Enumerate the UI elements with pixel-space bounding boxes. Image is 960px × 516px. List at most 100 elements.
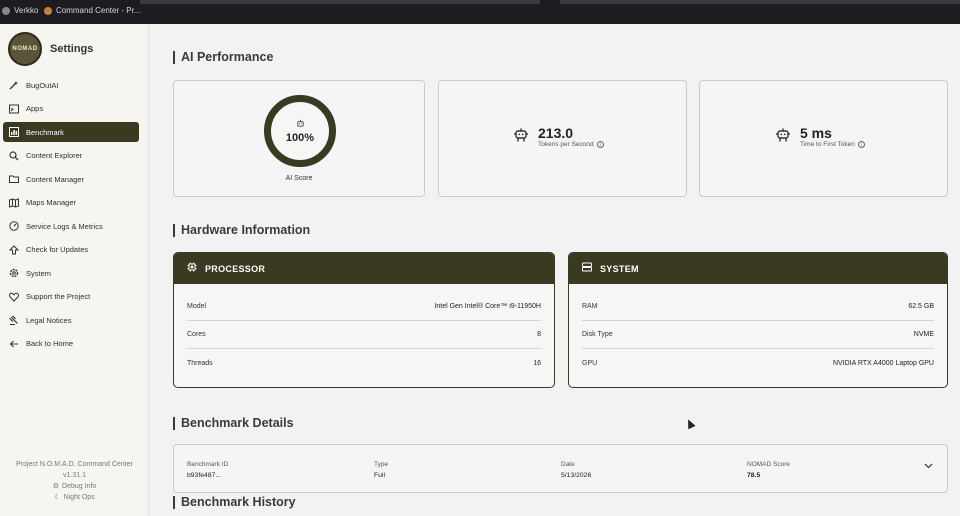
processor-row-threads: Threads 16: [187, 349, 541, 377]
sidebar-item-bugoutai[interactable]: BugOutAI: [3, 75, 139, 95]
processor-row-model: Model Intel Gen Intel® Core™ i9-11950H: [187, 293, 541, 321]
benchmark-date-value: 5/13/2026: [561, 472, 592, 479]
ai-score-label: AI Score: [285, 175, 313, 182]
system-row-ram: RAM 62.5 GB: [582, 293, 934, 321]
system-header: SYSTEM: [569, 253, 947, 284]
benchmark-score-value: 78.5: [747, 472, 761, 479]
folder-icon: [8, 174, 19, 185]
row-label: GPU: [582, 359, 598, 367]
info-icon[interactable]: i: [857, 141, 865, 148]
robot-icon: [774, 127, 792, 147]
project-name: Project N.O.M.A.D. Command Center: [16, 461, 133, 468]
sidebar-item-label: Service Logs & Metrics: [26, 221, 103, 231]
robot-icon: [296, 119, 305, 130]
benchmark-id-value: b93fe487...: [187, 472, 222, 479]
ttft-metric: 5 ms Time to First Token i: [774, 126, 865, 148]
benchmark-type-value: Full: [374, 472, 385, 479]
sidebar-item-maps-manager[interactable]: Maps Manager: [3, 193, 139, 213]
info-icon[interactable]: i: [596, 141, 604, 148]
map-icon: [8, 197, 19, 208]
ai-score-value: 100%: [285, 131, 315, 144]
processor-title: PROCESSOR: [205, 263, 266, 274]
row-label: RAM: [582, 303, 598, 310]
sidebar-item-legal[interactable]: Legal Notices: [3, 310, 139, 330]
sidebar-item-content-explorer[interactable]: Content Explorer: [3, 146, 139, 166]
sidebar-item-benchmark[interactable]: Benchmark: [3, 122, 139, 142]
sidebar-item-label: BugOutAI: [26, 80, 59, 90]
sidebar-item-service-logs[interactable]: Service Logs & Metrics: [3, 216, 139, 236]
benchmark-date-col: Date 5/13/2026: [561, 459, 591, 481]
ai-score-gauge: 100%: [264, 95, 336, 167]
main-content: AI Performance 100% AI Score 213.0 Token…: [150, 24, 960, 516]
moon-icon: ☾: [54, 494, 61, 501]
benchmark-type-label: Type: [374, 461, 389, 468]
gear-icon: [8, 268, 19, 279]
tab-command-center-label: Command Center - Pr...: [56, 6, 141, 15]
wand-icon: [8, 80, 19, 91]
sidebar-item-back-home[interactable]: Back to Home: [3, 334, 139, 354]
gauge-icon: [8, 221, 19, 232]
sidebar-item-label: Support the Project: [26, 292, 91, 301]
section-title-benchmark-history: Benchmark History: [173, 496, 296, 509]
sidebar-item-label: Apps: [26, 104, 44, 113]
gavel-icon: [8, 315, 19, 326]
sidebar-item-label: System: [26, 268, 52, 278]
sidebar-item-label: Check for Updates: [26, 245, 89, 254]
version-label: v1.31.1: [63, 472, 86, 479]
time-to-first-token-card: 5 ms Time to First Token i: [699, 80, 948, 197]
row-value: NVME: [913, 331, 934, 338]
sidebar-item-label: Back to Home: [26, 339, 74, 348]
tokens-per-second-card: 213.0 Tokens per Second i: [438, 80, 687, 197]
sidebar-nav: BugOutAI Apps Benchmark Content Explorer…: [3, 75, 139, 357]
tab-verkko-label: Verkko: [14, 6, 39, 15]
benchmark-score-col: NOMAD Score 78.5: [747, 459, 790, 481]
benchmark-id-label: Benchmark ID: [187, 461, 229, 468]
sidebar-item-support[interactable]: Support the Project: [3, 287, 139, 307]
mouse-cursor-icon: [684, 417, 696, 430]
night-ops-toggle[interactable]: ☾ Night Ops: [0, 492, 149, 503]
processor-row-cores: Cores 8: [187, 321, 541, 349]
sidebar-item-system[interactable]: System: [3, 263, 139, 283]
sidebar-brand: NOMAD Settings: [8, 32, 93, 66]
tokens-label: Tokens per Second: [538, 141, 594, 148]
row-label: Threads: [187, 359, 213, 367]
processor-card: PROCESSOR Model Intel Gen Intel® Core™ i…: [173, 252, 555, 388]
system-card: SYSTEM RAM 62.5 GB Disk Type NVME GPU NV…: [568, 252, 948, 388]
server-icon: [582, 262, 592, 275]
processor-header: PROCESSOR: [174, 253, 554, 284]
sidebar-item-label: Maps Manager: [26, 198, 77, 207]
tab-favicon-icon: [2, 6, 10, 15]
tab-command-center[interactable]: Command Center - Pr...: [44, 6, 140, 15]
sidebar-item-label: Legal Notices: [26, 315, 72, 325]
heart-icon: [8, 291, 19, 302]
sidebar-item-apps[interactable]: Apps: [3, 99, 139, 119]
benchmark-type-col: Type Full: [374, 459, 388, 481]
benchmark-date-label: Date: [561, 461, 575, 468]
debug-info-link[interactable]: ⚙ Debug Info: [0, 481, 149, 492]
tab-verkko[interactable]: Verkko: [2, 6, 38, 15]
benchmark-score-label: NOMAD Score: [747, 461, 790, 468]
sidebar-item-check-updates[interactable]: Check for Updates: [3, 240, 139, 260]
row-label: Model: [187, 303, 207, 310]
sidebar-item-content-manager[interactable]: Content Manager: [3, 169, 139, 189]
row-value: 62.5 GB: [908, 303, 934, 310]
update-icon: [8, 244, 19, 255]
section-title-benchmark-details: Benchmark Details: [173, 417, 294, 430]
sidebar-item-label: Content Manager: [26, 174, 84, 184]
chevron-down-icon[interactable]: [924, 461, 933, 472]
bug-icon: ⚙: [52, 483, 60, 490]
benchmark-details-card[interactable]: Benchmark ID b93fe487... Type Full Date …: [173, 444, 948, 493]
row-value: 8: [537, 331, 541, 338]
sidebar: NOMAD Settings BugOutAI Apps Benchmark C…: [0, 24, 149, 516]
arrow-left-icon: [8, 338, 19, 349]
system-title: SYSTEM: [600, 263, 639, 274]
row-value: 16: [533, 359, 541, 367]
tokens-metric: 213.0 Tokens per Second i: [512, 126, 604, 148]
sidebar-title: Settings: [50, 43, 94, 55]
terminal-icon: [8, 103, 19, 114]
sidebar-item-label: Content Explorer: [26, 151, 83, 160]
section-title-hardware: Hardware Information: [173, 224, 310, 237]
system-row-disk: Disk Type NVME: [582, 321, 934, 349]
browser-tab-bar: Verkko Command Center - Pr...: [0, 0, 960, 24]
robot-icon: [512, 127, 530, 147]
